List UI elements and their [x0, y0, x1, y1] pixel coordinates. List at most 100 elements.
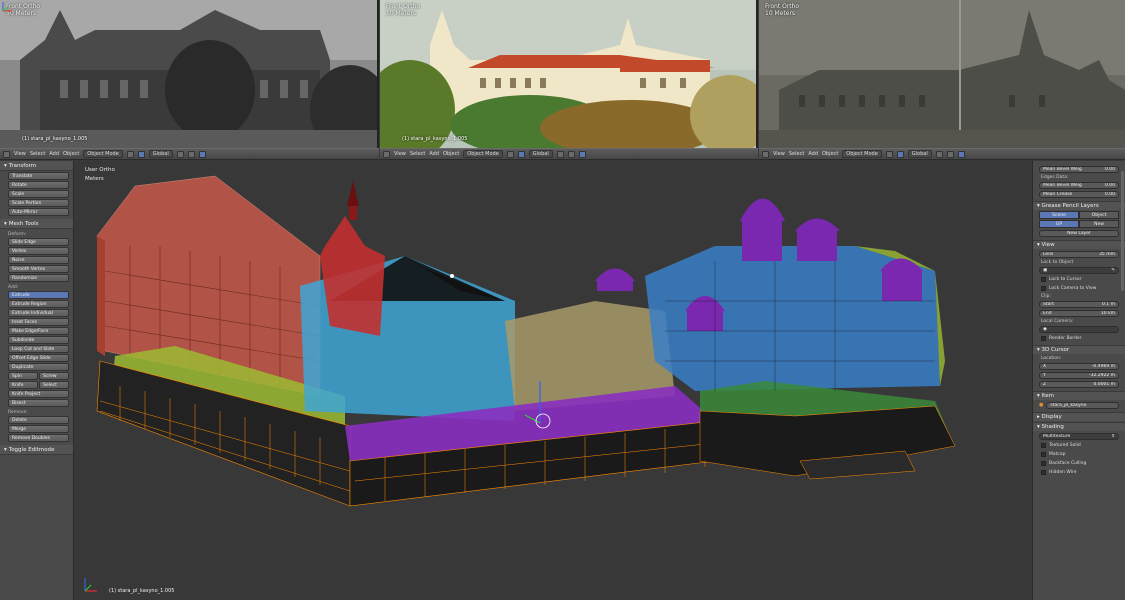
lock-camera-checkbox[interactable]: Lock Camera to View	[1041, 285, 1125, 292]
menu-view[interactable]: View	[14, 151, 26, 157]
make-edge-face-button[interactable]: Make Edge/Face	[8, 327, 69, 335]
mode-dropdown[interactable]: Object Mode	[83, 150, 123, 158]
loop-cut-button[interactable]: Loop Cut and Slide	[8, 345, 69, 353]
slide-edge-button[interactable]: Slide Edge	[8, 238, 69, 246]
pivot-icon[interactable]	[517, 150, 525, 158]
mode-dropdown[interactable]: Object Mode	[463, 150, 503, 158]
snap-icon[interactable]	[957, 150, 965, 158]
smooth-vertex-button[interactable]: Smooth Vertex	[8, 265, 69, 273]
pivot-icon[interactable]	[896, 150, 904, 158]
view-panel-header[interactable]: ▾ View	[1033, 240, 1125, 249]
new-layer-button[interactable]: New Layer	[1039, 229, 1119, 237]
mean-bevel-field[interactable]: Mean Bevel Weig 0.00	[1039, 165, 1119, 173]
editor-type-icon[interactable]	[3, 150, 10, 158]
duplicate-button[interactable]: Duplicate	[8, 363, 69, 371]
transform-panel-header[interactable]: ▾ Transform	[0, 161, 73, 171]
clip-end-field[interactable]: End 10 km	[1039, 309, 1119, 317]
shading-panel-header[interactable]: ▾ Shading	[1033, 422, 1125, 431]
menu-object[interactable]: Object	[822, 151, 838, 157]
reference-viewport-3[interactable]: Front Ortho 10 Meters	[759, 0, 1125, 148]
randomize-button[interactable]: Randomize	[8, 274, 69, 282]
menu-add[interactable]: Add	[808, 151, 818, 157]
offset-edge-slide-button[interactable]: Offset Edge Slide	[8, 354, 69, 362]
spin-button[interactable]: Spin	[8, 372, 38, 380]
layer-icon[interactable]	[176, 150, 184, 158]
cursor-x-field[interactable]: X -0.4969 m	[1039, 362, 1119, 370]
matcap-checkbox[interactable]: Matcap	[1041, 451, 1125, 458]
reference-viewport-1[interactable]: Front Ortho 50 Meters (1) stara_pl_kasyn…	[0, 0, 379, 148]
translate-button[interactable]: Translate	[8, 172, 69, 180]
extrude-individual-button[interactable]: Extrude Individual	[8, 309, 69, 317]
menu-select[interactable]: Select	[789, 151, 804, 157]
cursor-panel-header[interactable]: ▾ 3D Cursor	[1033, 345, 1125, 354]
subdivide-button[interactable]: Subdivide	[8, 336, 69, 344]
gp-layer-name[interactable]: GP	[1039, 220, 1079, 228]
bisect-button[interactable]: Bisect	[8, 399, 69, 407]
mesh-tools-panel-header[interactable]: ▾ Mesh Tools	[0, 219, 73, 229]
main-3d-viewport[interactable]: User Ortho Meters (1) stara_pl_kasyno_1.…	[75, 161, 1031, 600]
cursor-y-field[interactable]: Y -32.2922 m	[1039, 371, 1119, 379]
layer-icon[interactable]	[935, 150, 943, 158]
gp-new-button[interactable]: New	[1079, 220, 1119, 228]
shading-icon[interactable]	[885, 150, 893, 158]
shading-icon[interactable]	[126, 150, 134, 158]
render-border-checkbox[interactable]: Render Border	[1041, 335, 1125, 342]
grease-pencil-header[interactable]: ▾ Grease Pencil Layers	[1033, 201, 1125, 210]
layer-icon[interactable]	[946, 150, 954, 158]
extrude-region-button[interactable]: Extrude Region	[8, 300, 69, 308]
inset-faces-button[interactable]: Inset Faces	[8, 318, 69, 326]
menu-add[interactable]: Add	[429, 151, 439, 157]
tab-scene[interactable]: Scene	[1039, 211, 1079, 219]
orientation-dropdown[interactable]: Global	[528, 150, 553, 158]
knife-button[interactable]: Knife	[8, 381, 38, 389]
vertex-button[interactable]: Vertex	[8, 247, 69, 255]
textured-solid-checkbox[interactable]: Textured Solid	[1041, 442, 1125, 449]
mean-crease-field[interactable]: Mean Crease 0.00	[1039, 190, 1119, 198]
lock-to-cursor-checkbox[interactable]: Lock to Cursor	[1041, 276, 1125, 283]
snap-icon[interactable]	[578, 150, 586, 158]
lens-field[interactable]: Lens 35 mm	[1039, 250, 1119, 258]
local-camera-field[interactable]: ◉	[1039, 325, 1119, 333]
delete-dropdown[interactable]: Delete	[8, 416, 69, 424]
menu-add[interactable]: Add	[49, 151, 59, 157]
lock-object-field[interactable]: ▣ ✎	[1039, 266, 1119, 274]
pivot-icon[interactable]	[137, 150, 145, 158]
hidden-wire-checkbox[interactable]: Hidden Wire	[1041, 469, 1125, 476]
clip-start-field[interactable]: Start 0.1 m	[1039, 300, 1119, 308]
object-name-field[interactable]: stara_pl_kasyno	[1046, 401, 1119, 409]
extrude-button[interactable]: Extrude	[8, 291, 69, 299]
properties-scrollbar[interactable]	[1121, 171, 1124, 291]
knife-project-button[interactable]: Knife Project	[8, 390, 69, 398]
editor-type-icon[interactable]	[762, 150, 769, 158]
layer-icon[interactable]	[556, 150, 564, 158]
orientation-dropdown[interactable]: Global	[148, 150, 173, 158]
menu-select[interactable]: Select	[410, 151, 425, 157]
merge-dropdown[interactable]: Merge	[8, 425, 69, 433]
knife-select-button[interactable]: Select	[39, 381, 69, 389]
tab-object[interactable]: Object	[1079, 211, 1119, 219]
menu-object[interactable]: Object	[443, 151, 459, 157]
toggle-editmode-header[interactable]: ▾ Toggle Editmode	[0, 445, 73, 455]
noise-button[interactable]: Noise	[8, 256, 69, 264]
shading-mode-dropdown[interactable]: Multitexture ⇕	[1039, 432, 1119, 440]
menu-view[interactable]: View	[394, 151, 406, 157]
item-panel-header[interactable]: ▾ Item	[1033, 391, 1125, 400]
rotate-button[interactable]: Rotate	[8, 181, 69, 189]
cursor-z-field[interactable]: Z 0.0001 m	[1039, 380, 1119, 388]
auto-mirror-button[interactable]: Auto-Mirror	[8, 208, 69, 216]
remove-doubles-button[interactable]: Remove Doubles	[8, 434, 69, 442]
menu-view[interactable]: View	[773, 151, 785, 157]
layer-icon[interactable]	[187, 150, 195, 158]
shading-icon[interactable]	[506, 150, 514, 158]
display-panel-header[interactable]: ▸ Display	[1033, 412, 1125, 421]
edge-bevel-field[interactable]: Mean Bevel Weig 0.00	[1039, 181, 1119, 189]
editor-type-icon[interactable]	[383, 150, 390, 158]
screw-button[interactable]: Screw	[39, 372, 69, 380]
orientation-dropdown[interactable]: Global	[907, 150, 932, 158]
reference-viewport-2[interactable]: Front Ortho 10 Meters (1) stara_pl_kasyn…	[380, 0, 758, 148]
mode-dropdown[interactable]: Object Mode	[842, 150, 882, 158]
menu-object[interactable]: Object	[63, 151, 79, 157]
scale-button[interactable]: Scale	[8, 190, 69, 198]
snap-icon[interactable]	[198, 150, 206, 158]
scale-portion-button[interactable]: Scale Portion	[8, 199, 69, 207]
